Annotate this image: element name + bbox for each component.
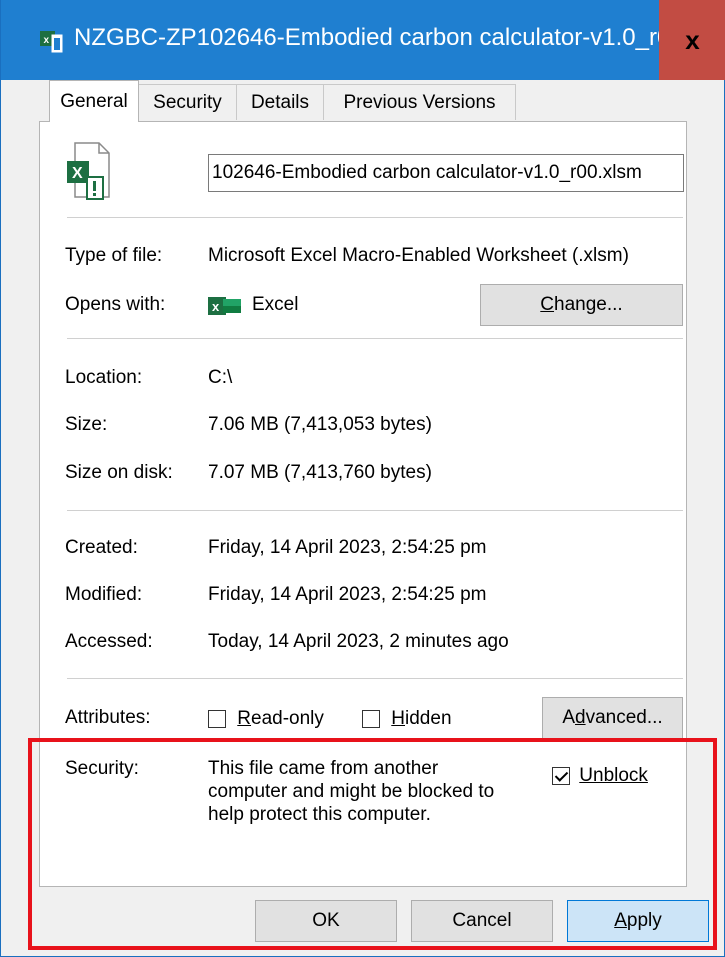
security-message-line3: help protect this computer. (208, 804, 431, 825)
excel-file-icon: X (67, 142, 110, 200)
divider (67, 217, 683, 218)
hidden-checkbox[interactable]: Hidden (362, 708, 452, 730)
type-value: Microsoft Excel Macro-Enabled Worksheet … (208, 245, 629, 266)
attributes-label: Attributes: (65, 707, 151, 728)
tab-label: Security (153, 91, 222, 113)
security-message-line1: This file came from another (208, 758, 439, 779)
readonly-access-key: R (237, 708, 252, 729)
security-label: Security: (65, 758, 139, 779)
readonly-label: ead-only (251, 708, 324, 729)
apply-button[interactable]: Apply (567, 900, 709, 942)
opens-with-label: Opens with: (65, 294, 166, 315)
advanced-access-key: d (575, 707, 586, 728)
tab-label: General (60, 90, 128, 112)
created-value: Friday, 14 April 2023, 2:54:25 pm (208, 537, 487, 558)
tab-previous-versions[interactable]: Previous Versions (323, 84, 516, 120)
general-panel: X 102646-Embodied carbon calculator-v1.0… (39, 121, 687, 887)
filename-input[interactable]: 102646-Embodied carbon calculator-v1.0_r… (208, 154, 684, 192)
size-value: 7.06 MB (7,413,053 bytes) (208, 414, 432, 435)
svg-text:x: x (44, 35, 50, 46)
size-label: Size: (65, 414, 108, 435)
divider (67, 338, 683, 339)
properties-window: x NZGBC-ZP102646-Embodied carbon calcula… (0, 0, 725, 957)
unblock-checkbox-box[interactable] (552, 766, 570, 785)
close-button[interactable]: x (659, 0, 725, 80)
close-icon: x (685, 24, 700, 55)
hidden-label: idden (405, 708, 452, 729)
title-bar[interactable]: x NZGBC-ZP102646-Embodied carbon calcula… (1, 0, 725, 80)
accessed-value: Today, 14 April 2023, 2 minutes ago (208, 631, 509, 652)
excel-app-icon: x (208, 297, 241, 315)
advanced-label-end: vanced... (585, 707, 663, 728)
location-label: Location: (65, 367, 143, 388)
tab-security[interactable]: Security (138, 84, 237, 120)
tab-label: Previous Versions (343, 91, 496, 113)
advanced-label-start: A (562, 707, 575, 728)
security-message-line2: computer and might be blocked to (208, 781, 495, 802)
accessed-label: Accessed: (65, 631, 153, 652)
tab-details[interactable]: Details (236, 84, 324, 120)
tab-label: Details (250, 91, 310, 113)
change-label: hange... (554, 294, 623, 315)
modified-label: Modified: (65, 584, 143, 605)
apply-access-key: A (614, 910, 627, 931)
change-access-key: C (540, 294, 555, 315)
tab-general[interactable]: General (49, 80, 139, 122)
divider (67, 678, 683, 679)
type-label: Type of file: (65, 245, 163, 266)
hidden-access-key: H (391, 708, 406, 729)
modified-value: Friday, 14 April 2023, 2:54:25 pm (208, 584, 487, 605)
svg-text:x: x (212, 299, 220, 314)
svg-text:X: X (72, 165, 83, 182)
ok-button[interactable]: OK (255, 900, 397, 942)
size-on-disk-label: Size on disk: (65, 462, 173, 483)
size-on-disk-value: 7.07 MB (7,413,760 bytes) (208, 462, 432, 483)
location-value: C:\ (208, 367, 233, 388)
change-button[interactable]: Change... (480, 284, 683, 326)
apply-label: pply (626, 910, 662, 931)
divider (67, 510, 683, 511)
cancel-label: Cancel (452, 910, 512, 931)
readonly-checkbox-box[interactable] (208, 709, 226, 728)
created-label: Created: (65, 537, 138, 558)
unblock-label: Unblock (579, 765, 648, 786)
excel-file-icon: x (40, 31, 63, 53)
advanced-button[interactable]: Ad vanced... (542, 697, 683, 739)
readonly-checkbox[interactable]: Read-only (208, 708, 324, 730)
cancel-button[interactable]: Cancel (411, 900, 553, 942)
unblock-checkbox[interactable]: Unblock (552, 765, 648, 787)
hidden-checkbox-box[interactable] (362, 709, 380, 728)
ok-label: OK (312, 910, 340, 931)
opens-with-app: Excel (252, 294, 299, 315)
window-title: NZGBC-ZP102646-Embodied carbon calculato… (74, 24, 691, 51)
